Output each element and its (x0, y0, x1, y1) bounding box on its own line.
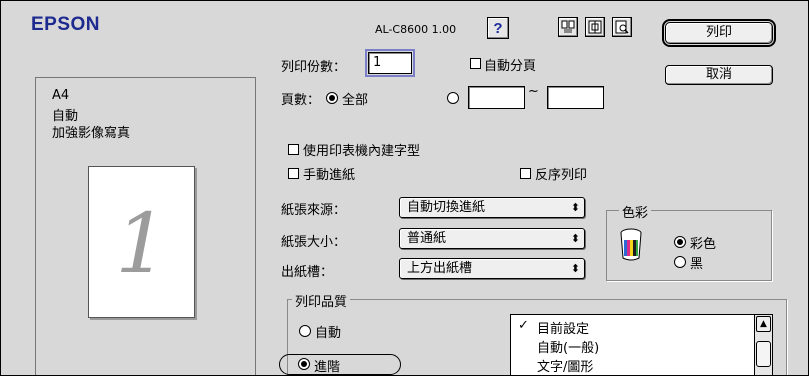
printer-model: AL-C8600 1.00 (375, 23, 457, 36)
layout-button[interactable] (558, 17, 578, 37)
list-item[interactable]: 自動(一般) (537, 337, 599, 356)
page-setup-icon (588, 20, 602, 34)
updown-arrows-icon: ⬍ (570, 262, 580, 275)
epson-logo: EPSON (31, 14, 101, 35)
quality-auto-label: 自動 (315, 326, 342, 341)
layout-icon (561, 20, 575, 33)
help-icon: ? (493, 19, 503, 37)
pages-all-label: 全部 (342, 93, 369, 108)
page-setup-button[interactable] (585, 17, 605, 37)
preview-panel: A4 自動 加強影像寫真 1 (35, 77, 256, 375)
copies-input[interactable]: 1 (365, 49, 415, 77)
paper-source-value: 自動切換進紙 (407, 200, 486, 215)
updown-arrows-icon: ⬍ (570, 232, 580, 245)
quality-group-title: 列印品質 (292, 291, 351, 310)
page-from-input[interactable] (468, 86, 525, 109)
range-separator: ~ (528, 84, 539, 99)
print-button[interactable]: 列印 (662, 19, 776, 47)
list-item[interactable]: 目前設定 (537, 318, 589, 337)
color-radio[interactable] (674, 236, 686, 248)
preview-button[interactable] (612, 17, 632, 37)
printer-fonts-label: 使用印表機內建字型 (303, 144, 421, 159)
copies-label: 列印份數： (281, 60, 347, 75)
quality-advanced-label: 進階 (314, 360, 341, 375)
preview-icon (615, 20, 629, 34)
pages-all-radio[interactable] (326, 92, 338, 104)
output-tray-select[interactable]: 上方出紙槽 ⬍ (399, 258, 585, 279)
paper-size-value: 普通紙 (407, 231, 447, 246)
color-group-title: 色彩 (619, 202, 652, 221)
pages-label: 頁數： (281, 93, 321, 108)
black-radio[interactable] (674, 256, 686, 268)
cancel-button[interactable]: 取消 (665, 65, 773, 85)
preview-option: 加強影像寫真 (52, 126, 131, 141)
ink-bucket-icon (620, 228, 642, 261)
checkmark-icon: ✓ (518, 318, 529, 333)
quality-auto-radio[interactable] (299, 325, 311, 337)
reverse-order-checkbox[interactable] (520, 168, 531, 179)
paper-source-label: 紙張來源： (281, 203, 347, 218)
listbox-scrollbar[interactable]: ▲ (754, 315, 772, 375)
manual-feed-label: 手動進紙 (303, 168, 356, 183)
scroll-arrows-icon[interactable]: ▲ (756, 316, 771, 332)
scroll-thumb[interactable] (756, 341, 771, 367)
paper-preview: 1 (88, 166, 195, 318)
preview-paper-size: A4 (52, 88, 70, 103)
collate-label: 自動分頁 (484, 59, 537, 74)
list-item[interactable]: 文字/圖形 (537, 356, 593, 375)
settings-listbox[interactable]: ✓ 目前設定 自動(一般) 文字/圖形 ▲ (510, 314, 773, 375)
page-number: 1 (115, 197, 168, 292)
color-label: 彩色 (690, 237, 717, 252)
collate-checkbox[interactable] (470, 58, 481, 69)
manual-feed-checkbox[interactable] (288, 168, 299, 179)
help-button[interactable]: ? (487, 17, 509, 39)
paper-size-select[interactable]: 普通紙 ⬍ (399, 228, 585, 249)
printer-fonts-checkbox[interactable] (288, 144, 299, 155)
quality-advanced-radio[interactable] (298, 358, 310, 370)
black-label: 黑 (690, 257, 704, 272)
reverse-order-label: 反序列印 (535, 168, 588, 183)
page-to-input[interactable] (547, 86, 604, 109)
updown-arrows-icon: ⬍ (570, 201, 580, 214)
advanced-option-pill[interactable]: 進階 (279, 354, 401, 375)
paper-source-select[interactable]: 自動切換進紙 ⬍ (399, 197, 585, 218)
print-dialog: EPSON AL-C8600 1.00 ? 列印 取消 A4 自動 加強影像寫真 (0, 0, 809, 376)
pages-range-radio[interactable] (447, 92, 459, 104)
output-tray-value: 上方出紙槽 (407, 261, 473, 276)
output-tray-label: 出紙槽： (281, 265, 334, 280)
paper-size-label: 紙張大小： (281, 235, 347, 250)
